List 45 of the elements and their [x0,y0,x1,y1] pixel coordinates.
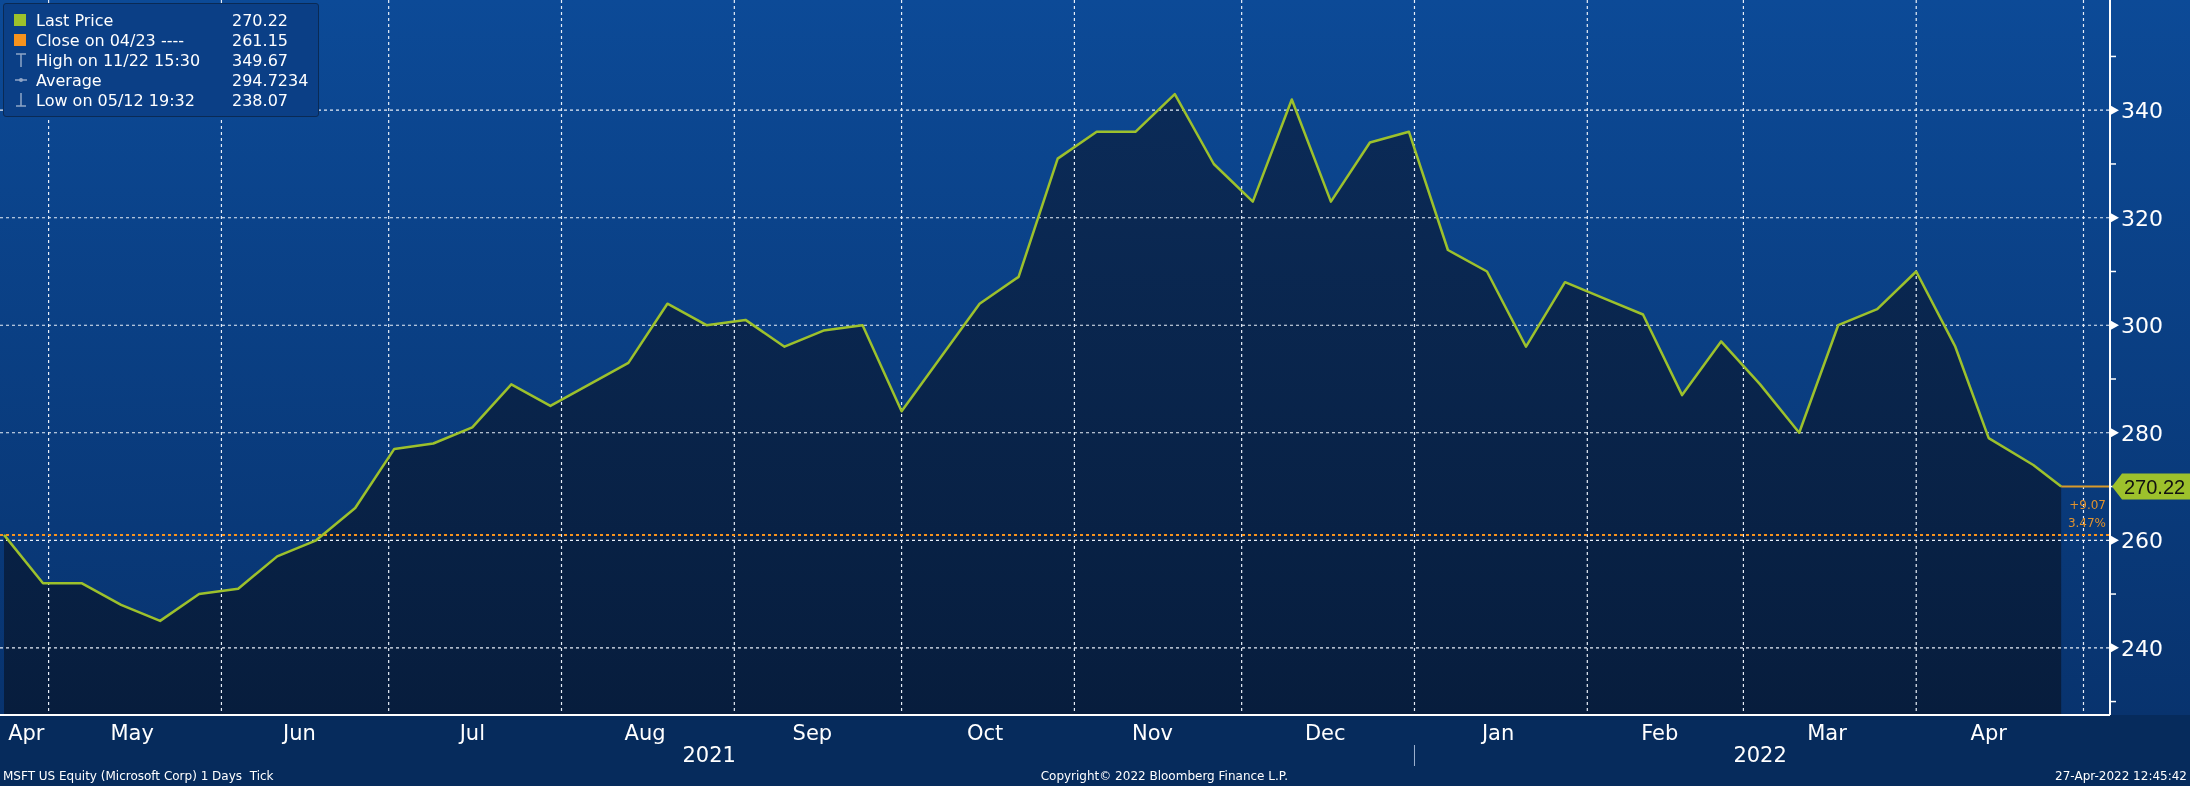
month-label: Mar [1807,721,1847,745]
y-axis-label: 320 [2110,205,2163,231]
timestamp-text: 27-Apr-2022 12:45:42 [2055,769,2187,783]
legend-label: Average [36,70,103,90]
copyright-text: Copyright© 2022 Bloomberg Finance L.P. [1040,769,1288,783]
y-axis-label: 300 [2110,313,2163,339]
legend-value: 270.22 [232,10,289,30]
month-label: Nov [1131,721,1173,745]
price-change-text: +9.07 [2069,497,2106,512]
month-label: May [110,721,154,745]
y-tick-label: 260 [2121,528,2163,554]
legend-label: Last Price [36,10,115,30]
y-tick-label: 300 [2121,313,2163,339]
y-axis-label: 340 [2110,98,2163,124]
y-tick-label: 320 [2121,205,2163,231]
month-label: Aug [624,721,666,745]
y-axis-label: 240 [2110,635,2163,661]
month-label: Apr [1970,721,2007,745]
legend-value: 349.67 [232,50,289,70]
percent-change-text: 3.47% [2067,515,2106,530]
legend-label: High on 11/22 15:30 [36,50,202,70]
year-label: 2022 [1733,743,1787,766]
high-marker-icon [14,52,28,68]
legend-value: 294.7234 [232,70,309,90]
legend-value: 261.15 [232,30,289,50]
month-label: Apr [8,721,45,745]
y-axis-label: 280 [2110,420,2163,446]
month-label: Oct [967,721,1004,745]
y-tick-label: 340 [2121,98,2163,124]
month-label: Jul [459,721,485,745]
y-tick-label: 240 [2121,635,2163,661]
year-label: 2021 [682,743,736,766]
legend-label: Close on 04/23 ---- [36,30,185,50]
low-marker-icon [14,92,28,108]
last-price-leader-line [2060,485,2111,488]
month-label: Sep [792,721,833,745]
month-label: Jan [1481,721,1515,745]
legend-label: Low on 05/12 19:32 [36,90,196,110]
security-description: MSFT US Equity (Microsoft Corp) 1 Days Tick [3,769,274,783]
y-axis-label: 260 [2110,528,2163,554]
legend-value: 238.07 [232,90,289,110]
month-label: Dec [1304,721,1346,745]
y-tick-label: 280 [2121,420,2163,446]
month-label: Jun [283,721,316,745]
month-label: Feb [1641,721,1679,745]
